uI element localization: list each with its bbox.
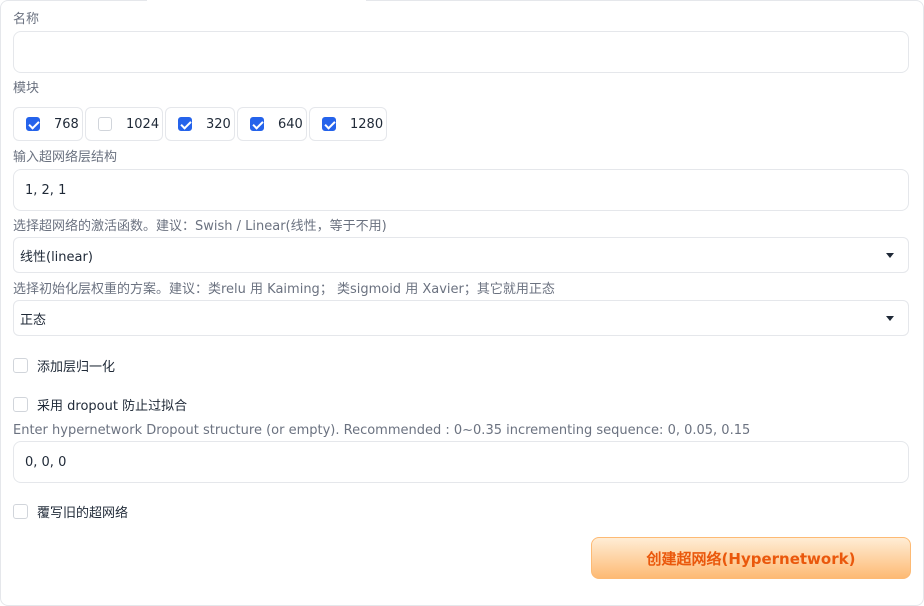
modules-label: 模块 xyxy=(13,81,40,96)
activation-dropdown[interactable]: 线性(linear) xyxy=(13,237,909,273)
checkbox-unchecked-icon[interactable] xyxy=(13,397,28,412)
module-option-1024[interactable]: 1024 xyxy=(85,107,163,141)
checkbox-checked-icon[interactable] xyxy=(250,117,264,131)
module-option-1280[interactable]: 1280 xyxy=(309,107,387,141)
activation-selected: 线性(linear) xyxy=(20,249,93,265)
dropout-structure-label: Enter hypernetwork Dropout structure (or… xyxy=(13,423,751,438)
overwrite-checkbox-row[interactable]: 覆写旧的超网络 xyxy=(13,502,128,521)
checkbox-checked-icon[interactable] xyxy=(322,117,336,131)
use-dropout-checkbox-row[interactable]: 采用 dropout 防止过拟合 xyxy=(13,395,187,414)
init-label: 选择初始化层权重的方案。建议：类relu 用 Kaiming； 类sigmoid… xyxy=(13,282,555,297)
checkbox-unchecked-icon[interactable] xyxy=(98,117,112,131)
checkbox-checked-icon[interactable] xyxy=(178,117,192,131)
dropout-structure-value: 0, 0, 0 xyxy=(25,454,67,470)
layer-structure-label: 输入超网络层结构 xyxy=(13,150,118,165)
tab-gap xyxy=(147,0,366,2)
layer-structure-input[interactable]: 1, 2, 1 xyxy=(13,169,909,211)
layer-structure-value: 1, 2, 1 xyxy=(25,182,67,198)
module-option-label: 1280 xyxy=(350,116,384,132)
module-option-label: 640 xyxy=(278,116,303,132)
overwrite-label: 覆写旧的超网络 xyxy=(37,506,129,521)
layer-norm-label: 添加层归一化 xyxy=(37,360,116,375)
checkbox-unchecked-icon[interactable] xyxy=(13,504,28,519)
checkbox-unchecked-icon[interactable] xyxy=(13,358,28,373)
name-input[interactable] xyxy=(13,31,909,73)
init-selected: 正态 xyxy=(20,312,47,328)
module-option-label: 768 xyxy=(54,116,79,132)
init-dropdown[interactable]: 正态 xyxy=(13,300,909,336)
use-dropout-label: 采用 dropout 防止过拟合 xyxy=(37,399,188,414)
name-label: 名称 xyxy=(13,12,40,27)
module-option-640[interactable]: 640 xyxy=(237,107,307,141)
chevron-down-icon[interactable] xyxy=(886,316,894,321)
dropout-structure-input[interactable]: 0, 0, 0 xyxy=(13,441,909,483)
layer-norm-checkbox-row[interactable]: 添加层归一化 xyxy=(13,356,115,375)
module-option-label: 320 xyxy=(206,116,231,132)
module-option-label: 1024 xyxy=(126,116,160,132)
checkbox-checked-icon[interactable] xyxy=(26,117,40,131)
module-option-320[interactable]: 320 xyxy=(165,107,235,141)
activation-label: 选择超网络的激活函数。建议：Swish / Linear(线性，等于不用) xyxy=(13,219,387,234)
create-hypernetwork-button[interactable]: 创建超网络(Hypernetwork) xyxy=(591,537,911,579)
chevron-down-icon[interactable] xyxy=(886,253,894,258)
module-option-768[interactable]: 768 xyxy=(13,107,83,141)
